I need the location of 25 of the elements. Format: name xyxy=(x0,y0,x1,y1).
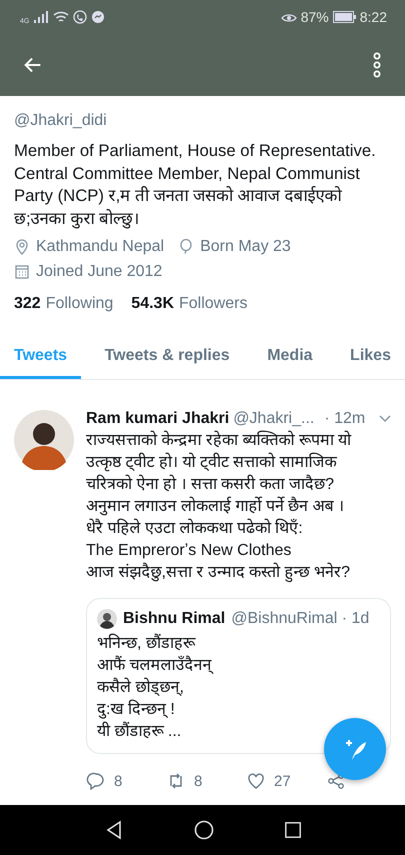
quoted-handle: @BishnuRimal · 1d xyxy=(231,610,370,628)
profile-tab[interactable]: Tweets xyxy=(0,335,82,379)
action-count: 8 xyxy=(114,772,122,790)
tweet-author[interactable]: Ram kumari Jhakri xyxy=(86,410,230,428)
profile-tab[interactable]: Tweets & replies xyxy=(90,335,244,379)
quoted-text: भनिन्छ, छौंडाहरू आफैं चलमलाउँदैनन् कसैले छोड्छन्, दु:ख दिन्छन् ! यी छौंडाहरू ... xyxy=(97,633,214,742)
profile-handle: @Jhakri_didi xyxy=(14,111,108,131)
action-count: 27 xyxy=(274,772,291,790)
battery-percentage: 87% xyxy=(300,9,329,25)
profile-birthday: Born May 23 xyxy=(200,238,291,256)
clock-time: 8:22 xyxy=(360,9,387,25)
tweet-text: राज्यसत्ताको केन्द्रमा रहेका ब्यक्तिको रूपमा यो उत्कृष्ठ ट्वीट हो। यो ट्वीट सत्ताको सामाजिक चरित्रको ऐना हो । सत्ता कसरी कता जादैछ? अनुमान लगाउन लोकलाई गार्हो पर्ने छैन अब । धेरै पहिले एउटा लोककथा पढेको थिएँ: The Emprerorʼs New Clothes आज संझदैछु,सत्ता र उन्माद कस्तो हुन्छ भनेर? xyxy=(86,430,352,584)
profile-join-date: Joined June 2012 xyxy=(36,263,162,281)
quoted-author: Bishnu Rimal xyxy=(123,610,226,628)
stat-count: 54.3K xyxy=(131,295,174,313)
action-count: 8 xyxy=(194,772,202,790)
profile-bio: Member of Parliament, House of Representative. Central Committee Member, Nepal Communist Party (NCP) र,म ती जनता जसको आवाज दबाईएको छ;उनका कुरा बोल्छु। xyxy=(14,140,377,230)
stat-label[interactable]: Followers xyxy=(179,295,248,313)
tweet-handle: @Jhakri_... xyxy=(233,410,314,428)
profile-tab[interactable]: Likes xyxy=(336,335,405,379)
profile-tab[interactable]: Media xyxy=(253,335,327,379)
profile-location: Kathmandu Nepal xyxy=(36,238,164,256)
stat-label[interactable]: Following xyxy=(46,295,114,313)
tweet-time: · 12m xyxy=(324,410,366,428)
stat-count: 322 xyxy=(14,295,41,313)
